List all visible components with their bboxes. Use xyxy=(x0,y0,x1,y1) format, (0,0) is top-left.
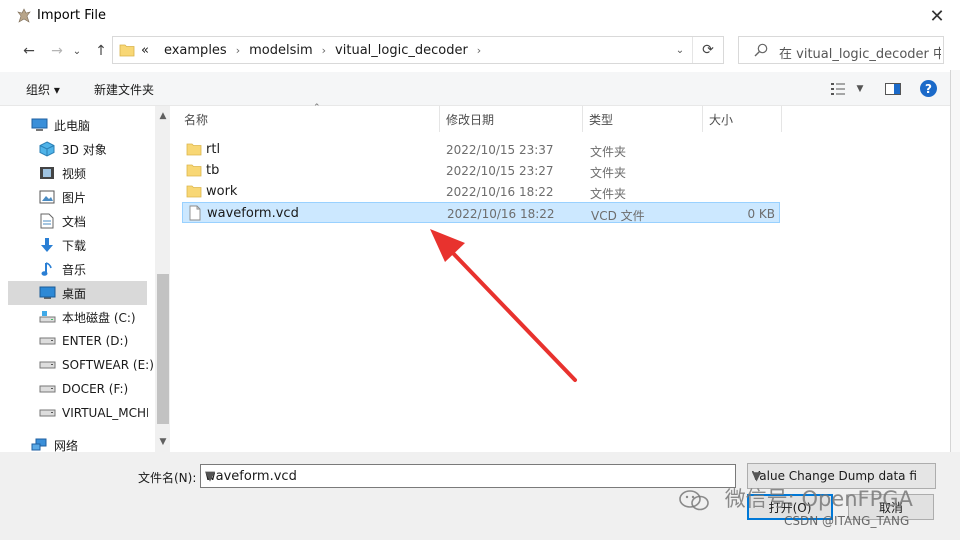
scrollbar-thumb[interactable] xyxy=(157,274,169,424)
search-icon xyxy=(754,43,768,57)
up-arrow-icon: ↑ xyxy=(95,43,107,59)
refresh-icon[interactable]: ⟳ xyxy=(699,41,717,59)
toolbar: 组织 ▾ 新建文件夹 ▼ ? xyxy=(0,72,960,106)
video-icon xyxy=(38,165,56,181)
new-folder-button[interactable]: 新建文件夹 xyxy=(94,81,154,98)
sort-ascending-icon: ⌃ xyxy=(313,103,321,113)
filename-label: 文件名(N): xyxy=(138,471,197,485)
search-box[interactable]: 在 vitual_logic_decoder 中... xyxy=(738,36,944,64)
address-dropdown-icon[interactable]: ⌄ xyxy=(673,43,687,57)
file-row-work[interactable]: work 2022/10/16 18:22 文件夹 xyxy=(182,181,780,202)
download-icon xyxy=(38,237,56,253)
breadcrumb-item[interactable]: modelsim xyxy=(249,43,313,58)
sidebar-item-desktop[interactable]: 桌面 xyxy=(8,281,147,305)
app-icon xyxy=(17,8,31,23)
chevron-down-icon: ⌄ xyxy=(72,45,82,57)
close-icon: ✕ xyxy=(929,5,945,27)
pictures-icon xyxy=(38,189,56,205)
breadcrumb-separator-icon[interactable]: › xyxy=(322,44,326,57)
help-icon[interactable]: ? xyxy=(920,80,937,97)
file-row-tb[interactable]: tb 2022/10/15 23:27 文件夹 xyxy=(182,160,780,181)
address-divider xyxy=(692,37,693,63)
folder-icon xyxy=(119,44,135,57)
drive-icon xyxy=(38,357,56,373)
sidebar-scrollbar[interactable]: ▲ ▼ xyxy=(155,106,171,452)
breadcrumb: « examples › modelsim › vitual_logic_dec… xyxy=(141,43,490,58)
view-options-icon[interactable] xyxy=(829,80,847,98)
network-icon xyxy=(30,437,48,453)
file-row-waveform-vcd[interactable]: waveform.vcd 2022/10/16 18:22 VCD 文件 0 K… xyxy=(182,202,780,223)
breadcrumb-separator-icon[interactable]: › xyxy=(236,44,240,57)
sidebar-item-this-pc[interactable]: 此电脑 xyxy=(30,113,170,137)
breadcrumb-item[interactable]: vitual_logic_decoder xyxy=(335,43,468,58)
pc-icon xyxy=(30,117,48,133)
column-header-size[interactable]: 大小 xyxy=(703,106,782,132)
close-button[interactable]: ✕ xyxy=(914,0,960,32)
documents-icon xyxy=(38,213,56,229)
view-dropdown-icon[interactable]: ▼ xyxy=(851,80,869,98)
filename-input[interactable]: waveform.vcd ▼ xyxy=(200,464,736,488)
wechat-icon xyxy=(679,490,709,511)
window-title: Import File xyxy=(37,8,107,23)
back-arrow-icon: ← xyxy=(23,43,35,59)
breadcrumb-item[interactable]: examples xyxy=(164,43,227,58)
drive-c-icon xyxy=(38,309,56,325)
search-input[interactable]: 在 vitual_logic_decoder 中... xyxy=(779,43,941,62)
column-header-date[interactable]: 修改日期 xyxy=(440,106,583,132)
filetype-dropdown-icon[interactable]: ▼ xyxy=(752,469,918,483)
3d-objects-icon xyxy=(38,141,56,157)
folder-icon xyxy=(186,185,202,198)
file-row-rtl[interactable]: rtl 2022/10/15 23:37 文件夹 xyxy=(182,139,780,160)
music-icon xyxy=(38,261,56,277)
drive-icon xyxy=(38,333,56,349)
drive-icon xyxy=(38,405,56,421)
drive-icon xyxy=(38,381,56,397)
scroll-down-icon[interactable]: ▼ xyxy=(155,434,171,450)
up-button[interactable]: ↑ xyxy=(90,40,112,62)
column-header-name[interactable]: 名称 ⌃ xyxy=(178,103,440,132)
wechat-watermark: 微信号: OpenFPGA xyxy=(678,483,913,513)
forward-button[interactable]: → xyxy=(46,40,68,62)
desktop-icon xyxy=(38,285,56,301)
address-bar[interactable]: « examples › modelsim › vitual_logic_dec… xyxy=(112,36,724,64)
breadcrumb-separator-icon[interactable]: › xyxy=(477,44,481,57)
folder-icon xyxy=(186,164,202,177)
navigation-pane: 此电脑 3D 对象 视频 图片 文档 下载 音乐 桌面 本地磁盘 (C:) EN… xyxy=(8,106,171,453)
recent-locations-button[interactable]: ⌄ xyxy=(70,40,84,62)
column-header-type[interactable]: 类型 xyxy=(583,106,703,132)
navigation-bar: ← → ⌄ ↑ « examples › modelsim › vitual_l… xyxy=(0,32,960,70)
file-list: 名称 ⌃ 修改日期 类型 大小 rtl 2022/10/15 23:37 文件夹… xyxy=(170,103,950,452)
breadcrumb-overflow[interactable]: « xyxy=(141,43,149,58)
csdn-watermark: CSDN @ITANG_TANG xyxy=(784,514,910,528)
sidebar-item-drive-virtual[interactable]: VIRTUAL_MCHI xyxy=(38,401,148,425)
folder-icon xyxy=(186,143,202,156)
import-file-dialog: Import File ✕ ← → ⌄ ↑ « examples › model… xyxy=(0,0,960,540)
organize-menu[interactable]: 组织 ▾ xyxy=(26,81,60,98)
file-icon xyxy=(189,205,201,221)
title-bar: Import File ✕ xyxy=(0,0,960,32)
back-button[interactable]: ← xyxy=(18,40,40,62)
filename-dropdown-icon[interactable]: ▼ xyxy=(205,469,732,484)
scroll-up-icon[interactable]: ▲ xyxy=(155,108,171,124)
preview-pane-icon[interactable] xyxy=(884,80,902,98)
forward-arrow-icon: → xyxy=(51,43,63,59)
